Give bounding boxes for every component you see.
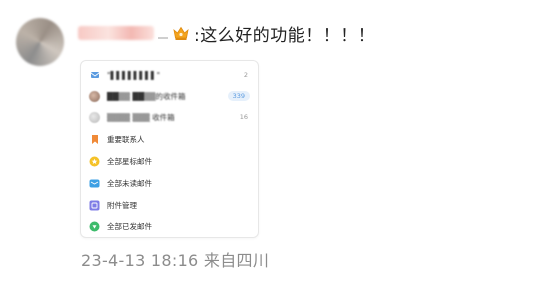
crown-badge-icon [172,24,190,42]
comment-header: :这么好的功能！！！！ [78,20,375,46]
mailbox-row-inbox-2[interactable]: ▒▒▒▒ ▒▒▒ 收件箱 16 [81,107,258,127]
unread-label: 全部未读邮件 [107,178,152,188]
unread-count-badge: 339 [227,91,250,101]
mailbox-row-account[interactable]: "▌▌▌▌▌▌▌▌" 2 [81,65,258,85]
comment-timestamp-location: 23-4-13 18:16 来自四川 [81,251,270,270]
vip-contacts-label: 重要联系人 [107,134,145,144]
sent-icon [89,221,100,232]
mailbox-row-inbox-1[interactable]: ██▒▒ ██▒▒的收件箱 339 [81,86,258,106]
attachment-icon [89,200,100,211]
mailbox-row-attachments[interactable]: 附件管理 [81,195,258,215]
mailbox-row-vip-contacts[interactable]: 重要联系人 [81,129,258,149]
mailbox-row-sent[interactable]: 全部已发邮件 [81,216,258,236]
username-underscore [158,37,168,39]
sent-label: 全部已发邮件 [107,221,152,231]
inbox-label: ██▒▒ ██▒▒的收件箱 [107,91,186,101]
bookmark-icon [89,134,100,145]
inbox-label: ▒▒▒▒ ▒▒▒ 收件箱 [107,112,175,122]
account-icon [89,70,100,81]
account-name-redacted: "▌▌▌▌▌▌▌▌" [107,70,161,80]
mailbox-screenshot-card[interactable]: "▌▌▌▌▌▌▌▌" 2 ██▒▒ ██▒▒的收件箱 339 ▒▒▒▒ ▒▒▒ … [80,60,259,238]
mail-icon [89,178,100,189]
mailbox-row-starred[interactable]: 全部星标邮件 [81,151,258,171]
comment-avatar[interactable] [16,18,64,66]
comment-text: :这么好的功能！！！！ [194,25,376,46]
username-redacted[interactable] [78,26,154,40]
row-count: 16 [239,113,248,121]
mailbox-row-unread[interactable]: 全部未读邮件 [81,173,258,193]
star-icon [89,156,100,167]
row-count: 2 [243,71,248,79]
contact-avatar-icon [89,90,100,102]
starred-label: 全部星标邮件 [107,156,152,166]
attachments-label: 附件管理 [107,200,137,210]
contact-avatar-icon [89,111,100,123]
